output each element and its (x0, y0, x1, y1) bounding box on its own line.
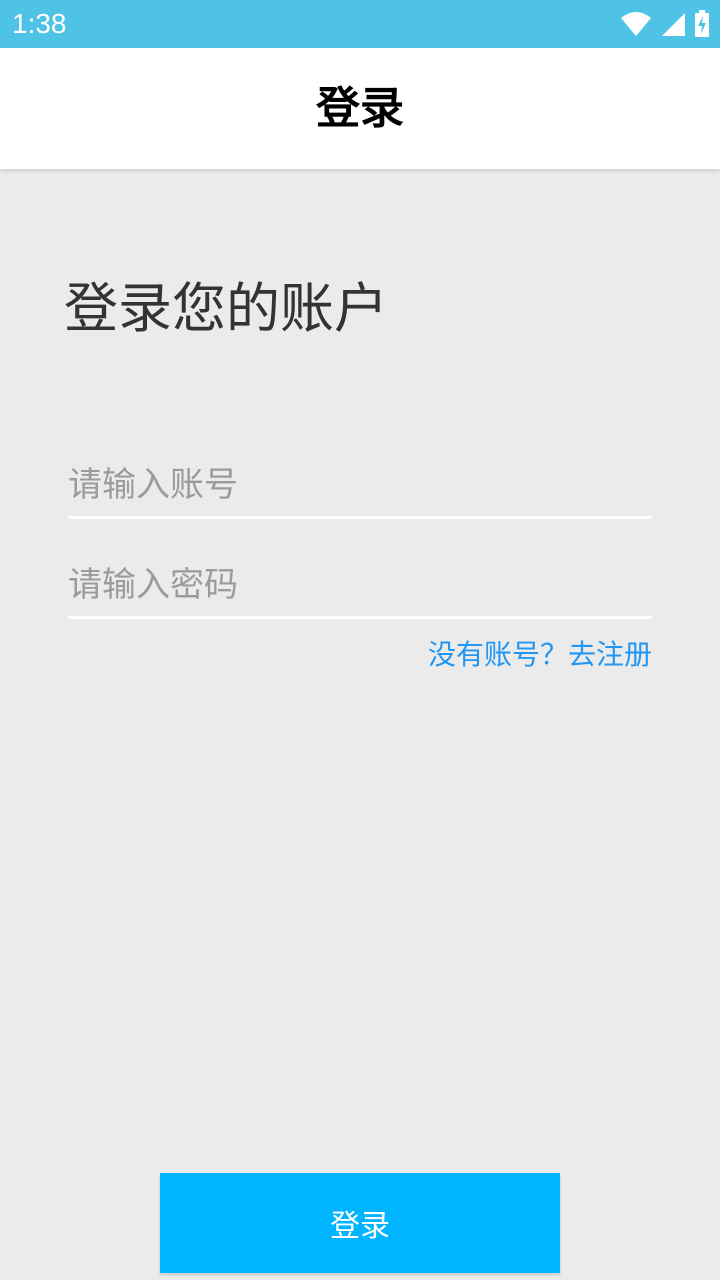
page-title: 登录 (316, 83, 404, 134)
cellular-signal-icon (662, 13, 685, 36)
status-icons (612, 10, 710, 38)
status-bar: 1:38 (0, 0, 720, 48)
app-bar: 登录 (0, 48, 720, 169)
account-input[interactable] (68, 454, 652, 516)
password-field (68, 554, 652, 619)
status-time: 1:38 (12, 8, 67, 39)
account-field (68, 454, 652, 519)
wifi-icon (621, 12, 651, 36)
battery-charging-icon (695, 10, 709, 37)
login-button[interactable]: 登录 (160, 1173, 560, 1273)
register-link[interactable]: 没有账号？去注册 (428, 634, 652, 676)
password-input[interactable] (68, 554, 652, 616)
login-heading: 登录您的账户 (64, 277, 388, 340)
